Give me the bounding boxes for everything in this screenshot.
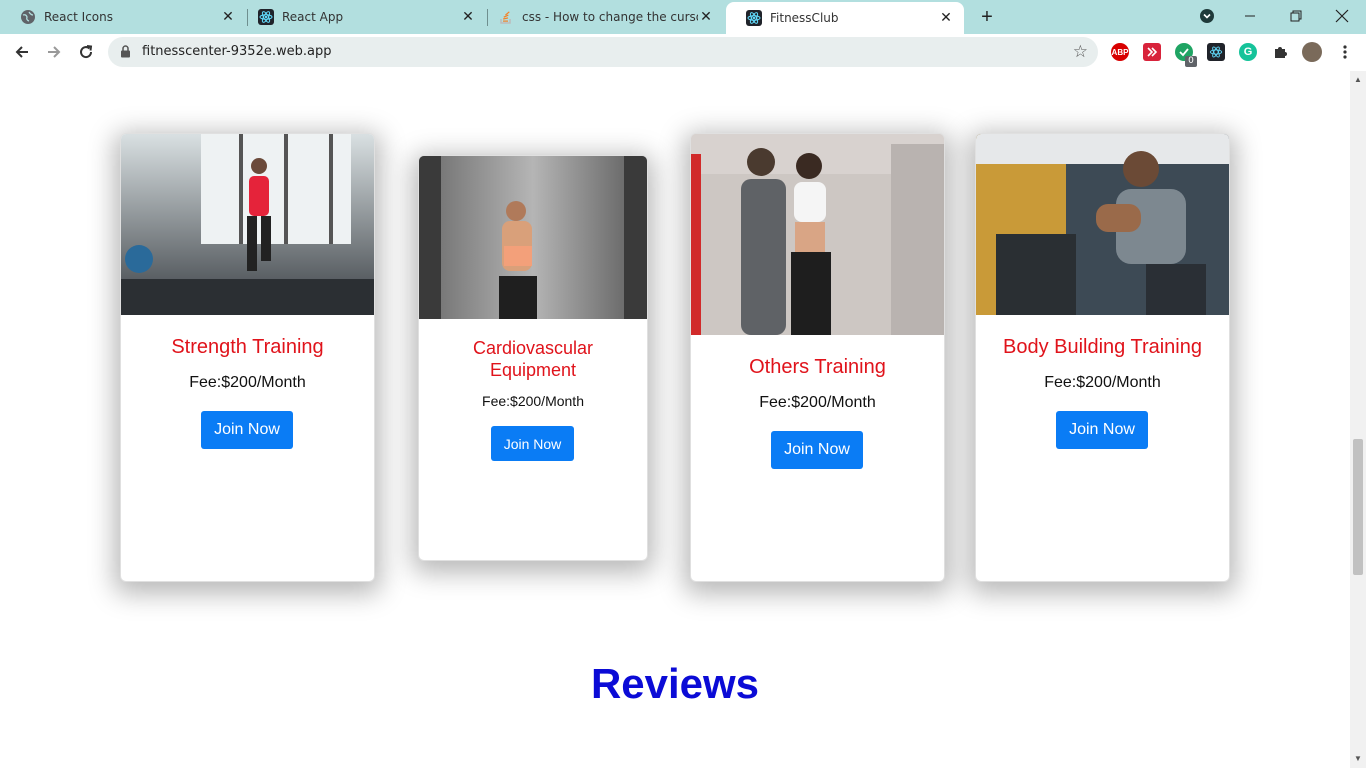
page-scrollbar[interactable]: ▲ ▼ — [1350, 71, 1366, 768]
cardiovascular-equipment-photo — [419, 156, 647, 319]
scroll-up-arrow-icon[interactable]: ▲ — [1354, 75, 1362, 84]
tab-title: css - How to change the cursor in — [522, 10, 698, 24]
service-title: Cardiovascular Equipment — [472, 338, 594, 380]
tab-fitnessclub[interactable]: FitnessClub ✕ — [726, 2, 964, 34]
join-now-button[interactable]: Join Now — [771, 431, 863, 469]
service-fee: Fee:$200/Month — [482, 393, 584, 409]
tab-title: React Icons — [44, 10, 113, 24]
service-card-strength: Strength Training Fee:$200/Month Join No… — [120, 133, 375, 582]
service-card-others: Others Training Fee:$200/Month Join Now — [690, 133, 945, 582]
close-tab-icon[interactable]: ✕ — [220, 9, 236, 25]
address-bar[interactable]: fitnesscenter-9352e.web.app ☆ — [108, 37, 1098, 67]
close-tab-icon[interactable]: ✕ — [938, 10, 954, 26]
react-icon — [746, 10, 762, 26]
service-card-cardio: Cardiovascular Equipment Fee:$200/Month … — [418, 155, 648, 561]
stackoverflow-icon — [498, 9, 514, 25]
lock-icon[interactable] — [120, 45, 131, 63]
section-heading-remnant — [729, 71, 738, 90]
tab-react-icons[interactable]: React Icons ✕ — [0, 0, 246, 34]
tab-title: React App — [282, 10, 344, 24]
adblock-icon[interactable]: ABP — [1111, 43, 1129, 61]
service-title: Body Building Training — [1002, 336, 1202, 358]
others-training-photo — [691, 134, 944, 335]
scrollbar-thumb[interactable] — [1353, 439, 1363, 575]
tab-search-icon[interactable] — [1185, 0, 1229, 32]
service-fee: Fee:$200/Month — [759, 394, 876, 411]
tab-title: FitnessClub — [770, 11, 839, 25]
join-now-button[interactable]: Join Now — [1056, 411, 1148, 449]
new-tab-button[interactable]: + — [976, 7, 998, 27]
react-devtools-icon[interactable] — [1207, 43, 1225, 61]
strength-training-photo — [121, 134, 374, 315]
tab-stackoverflow[interactable]: css - How to change the cursor in ✕ — [478, 0, 724, 34]
service-card-bodybuilding: Body Building Training Fee:$200/Month Jo… — [975, 133, 1230, 582]
scroll-down-arrow-icon[interactable]: ▼ — [1354, 754, 1362, 763]
reviews-heading: Reviews — [590, 660, 760, 707]
service-title: Strength Training — [171, 336, 324, 358]
body-building-training-photo — [976, 134, 1229, 315]
join-now-button[interactable]: Join Now — [201, 411, 293, 449]
reload-icon[interactable] — [74, 40, 98, 64]
close-tab-icon[interactable]: ✕ — [460, 9, 476, 25]
react-icon — [258, 9, 274, 25]
extension-badge: 0 — [1185, 56, 1197, 67]
tab-react-app[interactable]: React App ✕ — [238, 0, 486, 34]
close-window-icon[interactable] — [1320, 0, 1364, 32]
close-tab-icon[interactable]: ✕ — [698, 9, 714, 25]
grammarly-icon[interactable]: G — [1239, 43, 1257, 61]
video-speed-icon[interactable] — [1143, 43, 1161, 61]
globe-icon — [20, 9, 36, 25]
tab-strip: React Icons ✕ React App ✕ css - How to c… — [0, 0, 1366, 34]
restore-icon[interactable] — [1274, 0, 1318, 32]
service-fee: Fee:$200/Month — [189, 374, 306, 391]
minimize-icon[interactable] — [1228, 0, 1272, 32]
join-now-button[interactable]: Join Now — [491, 426, 574, 461]
service-fee: Fee:$200/Month — [1044, 374, 1161, 391]
extensions-puzzle-icon[interactable] — [1271, 43, 1289, 61]
forward-arrow-icon[interactable] — [42, 40, 66, 64]
browser-toolbar: fitnesscenter-9352e.web.app ☆ ABP 0 G — [0, 34, 1366, 72]
bookmark-star-icon[interactable]: ☆ — [1073, 42, 1088, 62]
profile-avatar[interactable] — [1302, 42, 1322, 62]
service-title: Others Training — [749, 356, 886, 378]
url-text[interactable]: fitnesscenter-9352e.web.app — [142, 44, 331, 59]
page-content: Strength Training Fee:$200/Month Join No… — [0, 71, 1350, 768]
kebab-menu-icon[interactable] — [1333, 40, 1357, 64]
back-arrow-icon[interactable] — [10, 40, 34, 64]
